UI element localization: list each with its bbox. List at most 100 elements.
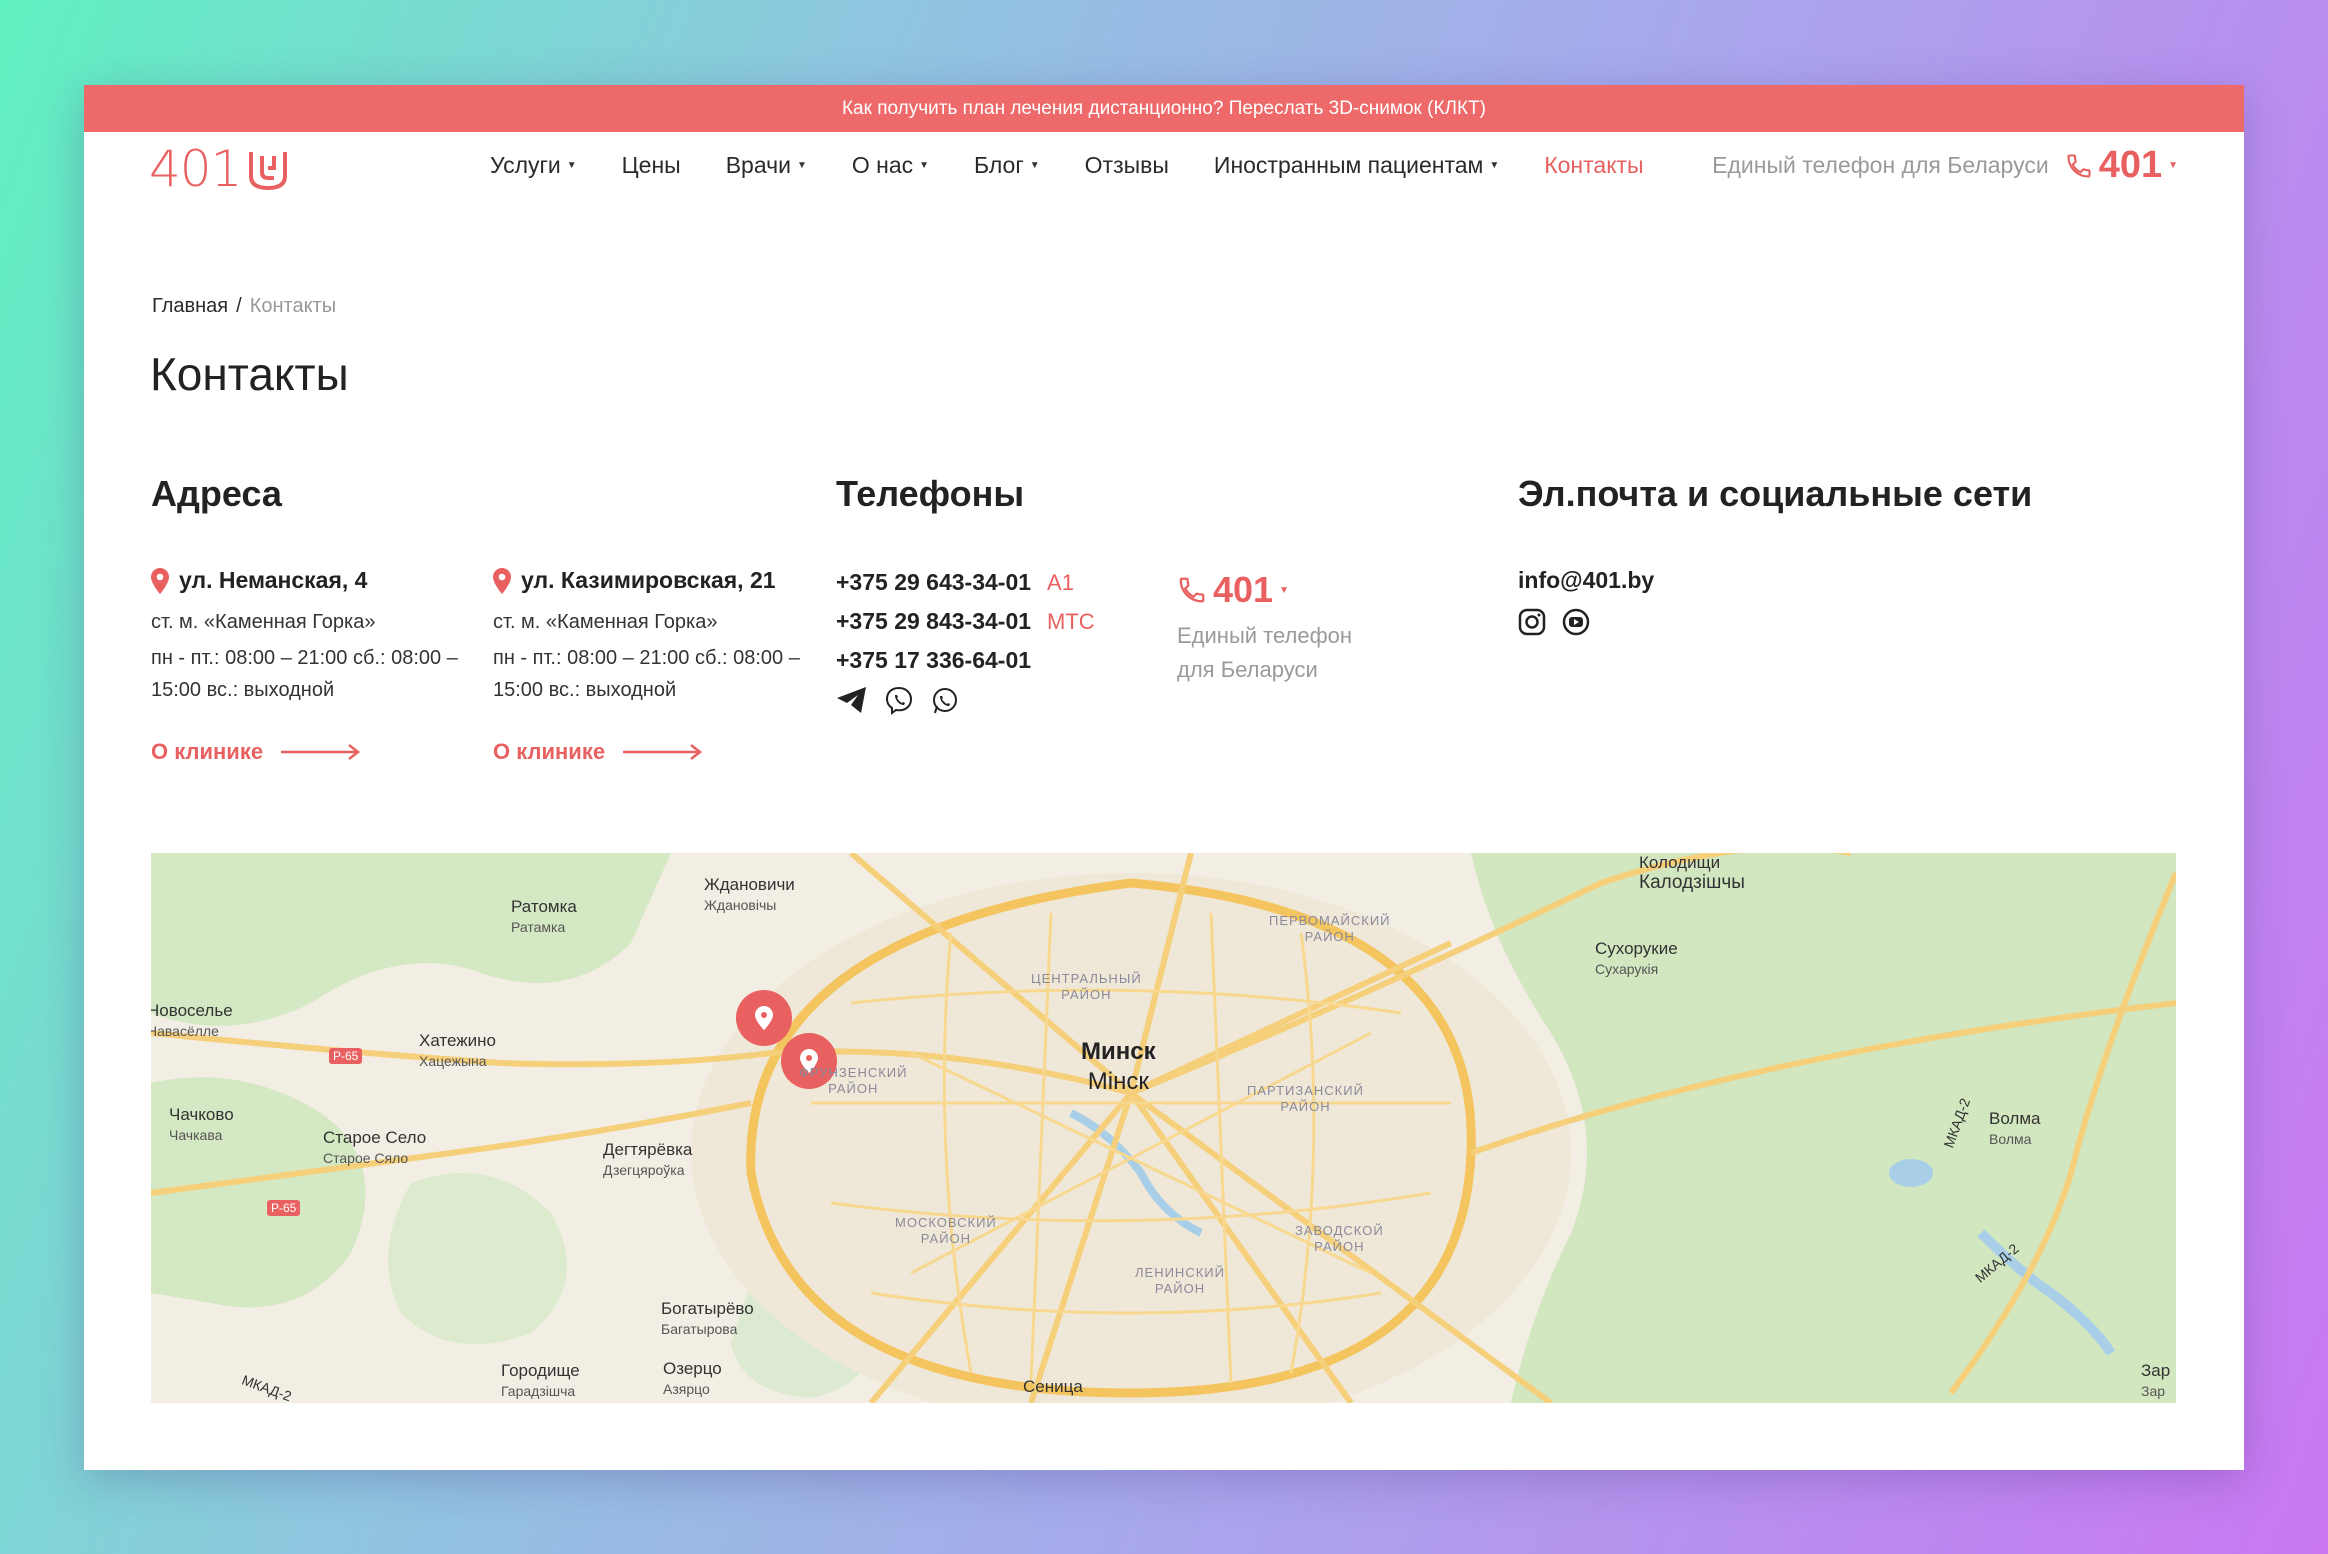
phone-icon: [2067, 153, 2091, 178]
phone-row[interactable]: +375 17 336-64-01: [836, 637, 1095, 684]
phone-operator: МТС: [1047, 608, 1095, 634]
about-clinic-label: О клинике: [493, 739, 606, 764]
map-label: Сухорукие Сухарукія: [1595, 939, 1678, 977]
map-district-label: ПЕРВОМАЙСКИЙ РАЙОН: [1269, 913, 1391, 944]
instagram-icon[interactable]: [1518, 608, 1546, 636]
caret-down-icon: ▼: [1489, 160, 1500, 171]
caret-down-icon: ▼: [2168, 160, 2178, 171]
phone-number[interactable]: +375 29 643-34-01: [836, 569, 1031, 596]
breadcrumb-separator: /: [236, 295, 242, 317]
tooth-logo-icon: [249, 152, 288, 191]
nav-label: Иностранным пациентам: [1213, 152, 1484, 178]
single-phone-desc: Единый телефон для Беларуси: [1177, 623, 1353, 682]
nav-item-blog[interactable]: Блог ▼: [974, 152, 1040, 179]
addresses-title: Адреса: [151, 473, 282, 514]
header-phone-number: 401: [2098, 144, 2163, 186]
site-header: 401 Услуги ▼ Цены Врачи ▼ О нас ▼ Блог ▼ Отз…: [84, 132, 2244, 232]
email-link[interactable]: info@401.by: [1518, 567, 1654, 594]
logo[interactable]: 401: [149, 140, 291, 198]
map-label: Ратомка Ратамка: [511, 897, 577, 935]
arrow-right-icon: [623, 744, 703, 760]
single-phone-digits: 401: [1213, 569, 1274, 610]
main-nav: Услуги ▼ Цены Врачи ▼ О нас ▼ Блог ▼ Отзывы …: [490, 152, 1689, 179]
map[interactable]: Ратомка Ратамка Ждановичи Ждановічы Новосе…: [151, 853, 2176, 1403]
telegram-icon[interactable]: [836, 686, 868, 714]
map-district-label: МОСКОВСКИЙ РАЙОН: [895, 1215, 997, 1246]
nav-item-prices[interactable]: Цены: [622, 152, 681, 179]
youtube-icon[interactable]: [1562, 608, 1590, 636]
location-pin-icon: [151, 567, 169, 594]
caret-down-icon: ▼: [1029, 160, 1040, 171]
map-city-label: Минск Мінск: [1081, 1038, 1156, 1095]
breadcrumb-current: Контакты: [249, 295, 337, 317]
phone-number[interactable]: +375 29 843-34-01: [836, 608, 1031, 635]
phone-number[interactable]: +375 17 336-64-01: [836, 647, 1031, 674]
nav-label: Цены: [621, 152, 681, 178]
map-label: Ждановичи Ждановічы: [704, 875, 795, 913]
page-title: Контакты: [150, 348, 349, 400]
phone-icon: [1179, 577, 1205, 603]
breadcrumb: Главная / Контакты: [152, 295, 336, 318]
map-label: Городище Гарадзішча: [501, 1361, 580, 1399]
road-badge: Р-65: [329, 1048, 363, 1064]
header-phone-label: Единый телефон для Беларуси: [1712, 152, 2049, 178]
nav-label: Врачи: [725, 152, 791, 178]
road-badge: Р-65: [267, 1200, 301, 1216]
nav-label: Услуги: [490, 152, 561, 178]
nav-item-about[interactable]: О нас ▼: [852, 152, 929, 179]
phones-title: Телефоны: [836, 473, 1025, 514]
map-label: Старое Село Старое Сяло: [323, 1128, 427, 1166]
map-district-label: ПАРТИЗАНСКИЙ РАЙОН: [1247, 1083, 1364, 1114]
map-label: Колодищи Калодзішчы: [1639, 853, 1745, 893]
nav-label: Контакты: [1544, 152, 1644, 178]
map-label: Хатежино Хацежына: [419, 1031, 496, 1069]
browser-window: Как получить план лечения дистанционно? …: [84, 85, 2244, 1470]
map-label: Озерцо Азярцо: [663, 1359, 722, 1397]
nav-item-services[interactable]: Услуги ▼: [490, 152, 577, 179]
map-marker-icon: [736, 990, 792, 1046]
caret-down-icon: ▼: [919, 160, 930, 171]
arrow-right-icon: [281, 744, 361, 760]
map-label: Дегтярёвка Дзегцяроўка: [603, 1140, 693, 1178]
map-label: Зар Зар: [2141, 1361, 2171, 1399]
nav-item-contacts[interactable]: Контакты: [1544, 152, 1643, 179]
nav-label: Отзывы: [1084, 152, 1169, 178]
map-label: Сеница: [1023, 1377, 1083, 1396]
viber-icon[interactable]: [884, 686, 914, 716]
map-label: Новоселье Навасёлле: [151, 1001, 233, 1039]
messenger-links: [836, 686, 1095, 716]
about-clinic-label: О клинике: [151, 739, 264, 764]
address-card: ул. Неманская, 4 ст. м. «Каменная Горка»…: [151, 567, 481, 764]
address-street: ул. Неманская, 4: [151, 567, 481, 594]
map-district-label: ЦЕНТРАЛЬНЫЙ РАЙОН: [1031, 971, 1142, 1002]
address-street: ул. Казимировская, 21: [493, 567, 823, 594]
single-phone[interactable]: 401 ▼ Единый телефон для Беларуси: [1177, 569, 1377, 687]
address-hours: пн - пт.: 08:00 – 21:00 сб.: 08:00 – 15:…: [151, 647, 458, 701]
nav-item-reviews[interactable]: Отзывы: [1085, 152, 1169, 179]
about-clinic-link[interactable]: О клинике: [493, 739, 703, 765]
caret-down-icon: ▼: [796, 160, 807, 171]
location-pin-icon: [493, 567, 511, 594]
about-clinic-link[interactable]: О клинике: [151, 739, 361, 765]
address-street-text: ул. Казимировская, 21: [521, 567, 776, 593]
header-phone[interactable]: Единый телефон для Беларуси 401 ▼: [1712, 144, 2178, 187]
nav-label: О нас: [851, 152, 914, 178]
caret-down-icon: ▼: [1279, 584, 1289, 596]
caret-down-icon: ▼: [566, 160, 577, 171]
single-phone-number: 401 ▼: [1177, 569, 1377, 611]
address-street-text: ул. Неманская, 4: [179, 567, 368, 593]
nav-item-foreign-patients[interactable]: Иностранным пациентам ▼: [1214, 152, 1499, 179]
address-metro: ст. м. «Каменная Горка»: [151, 611, 376, 633]
address-metro: ст. м. «Каменная Горка»: [493, 611, 718, 633]
breadcrumb-home[interactable]: Главная: [152, 295, 228, 317]
phone-operator: A1: [1047, 569, 1074, 595]
map-district-label: ФРУНЗЕНСКИЙ РАЙОН: [799, 1065, 908, 1096]
promo-banner[interactable]: Как получить план лечения дистанционно? …: [84, 85, 2244, 132]
whatsapp-icon[interactable]: [930, 686, 960, 716]
promo-banner-text[interactable]: Как получить план лечения дистанционно? …: [842, 98, 1486, 120]
logo-text: 401: [149, 140, 242, 198]
map-canvas[interactable]: [151, 853, 2176, 1403]
nav-item-doctors[interactable]: Врачи ▼: [726, 152, 807, 179]
address-card: ул. Казимировская, 21 ст. м. «Каменная Г…: [493, 567, 823, 764]
map-label: Чачково Чачкава: [169, 1105, 234, 1143]
